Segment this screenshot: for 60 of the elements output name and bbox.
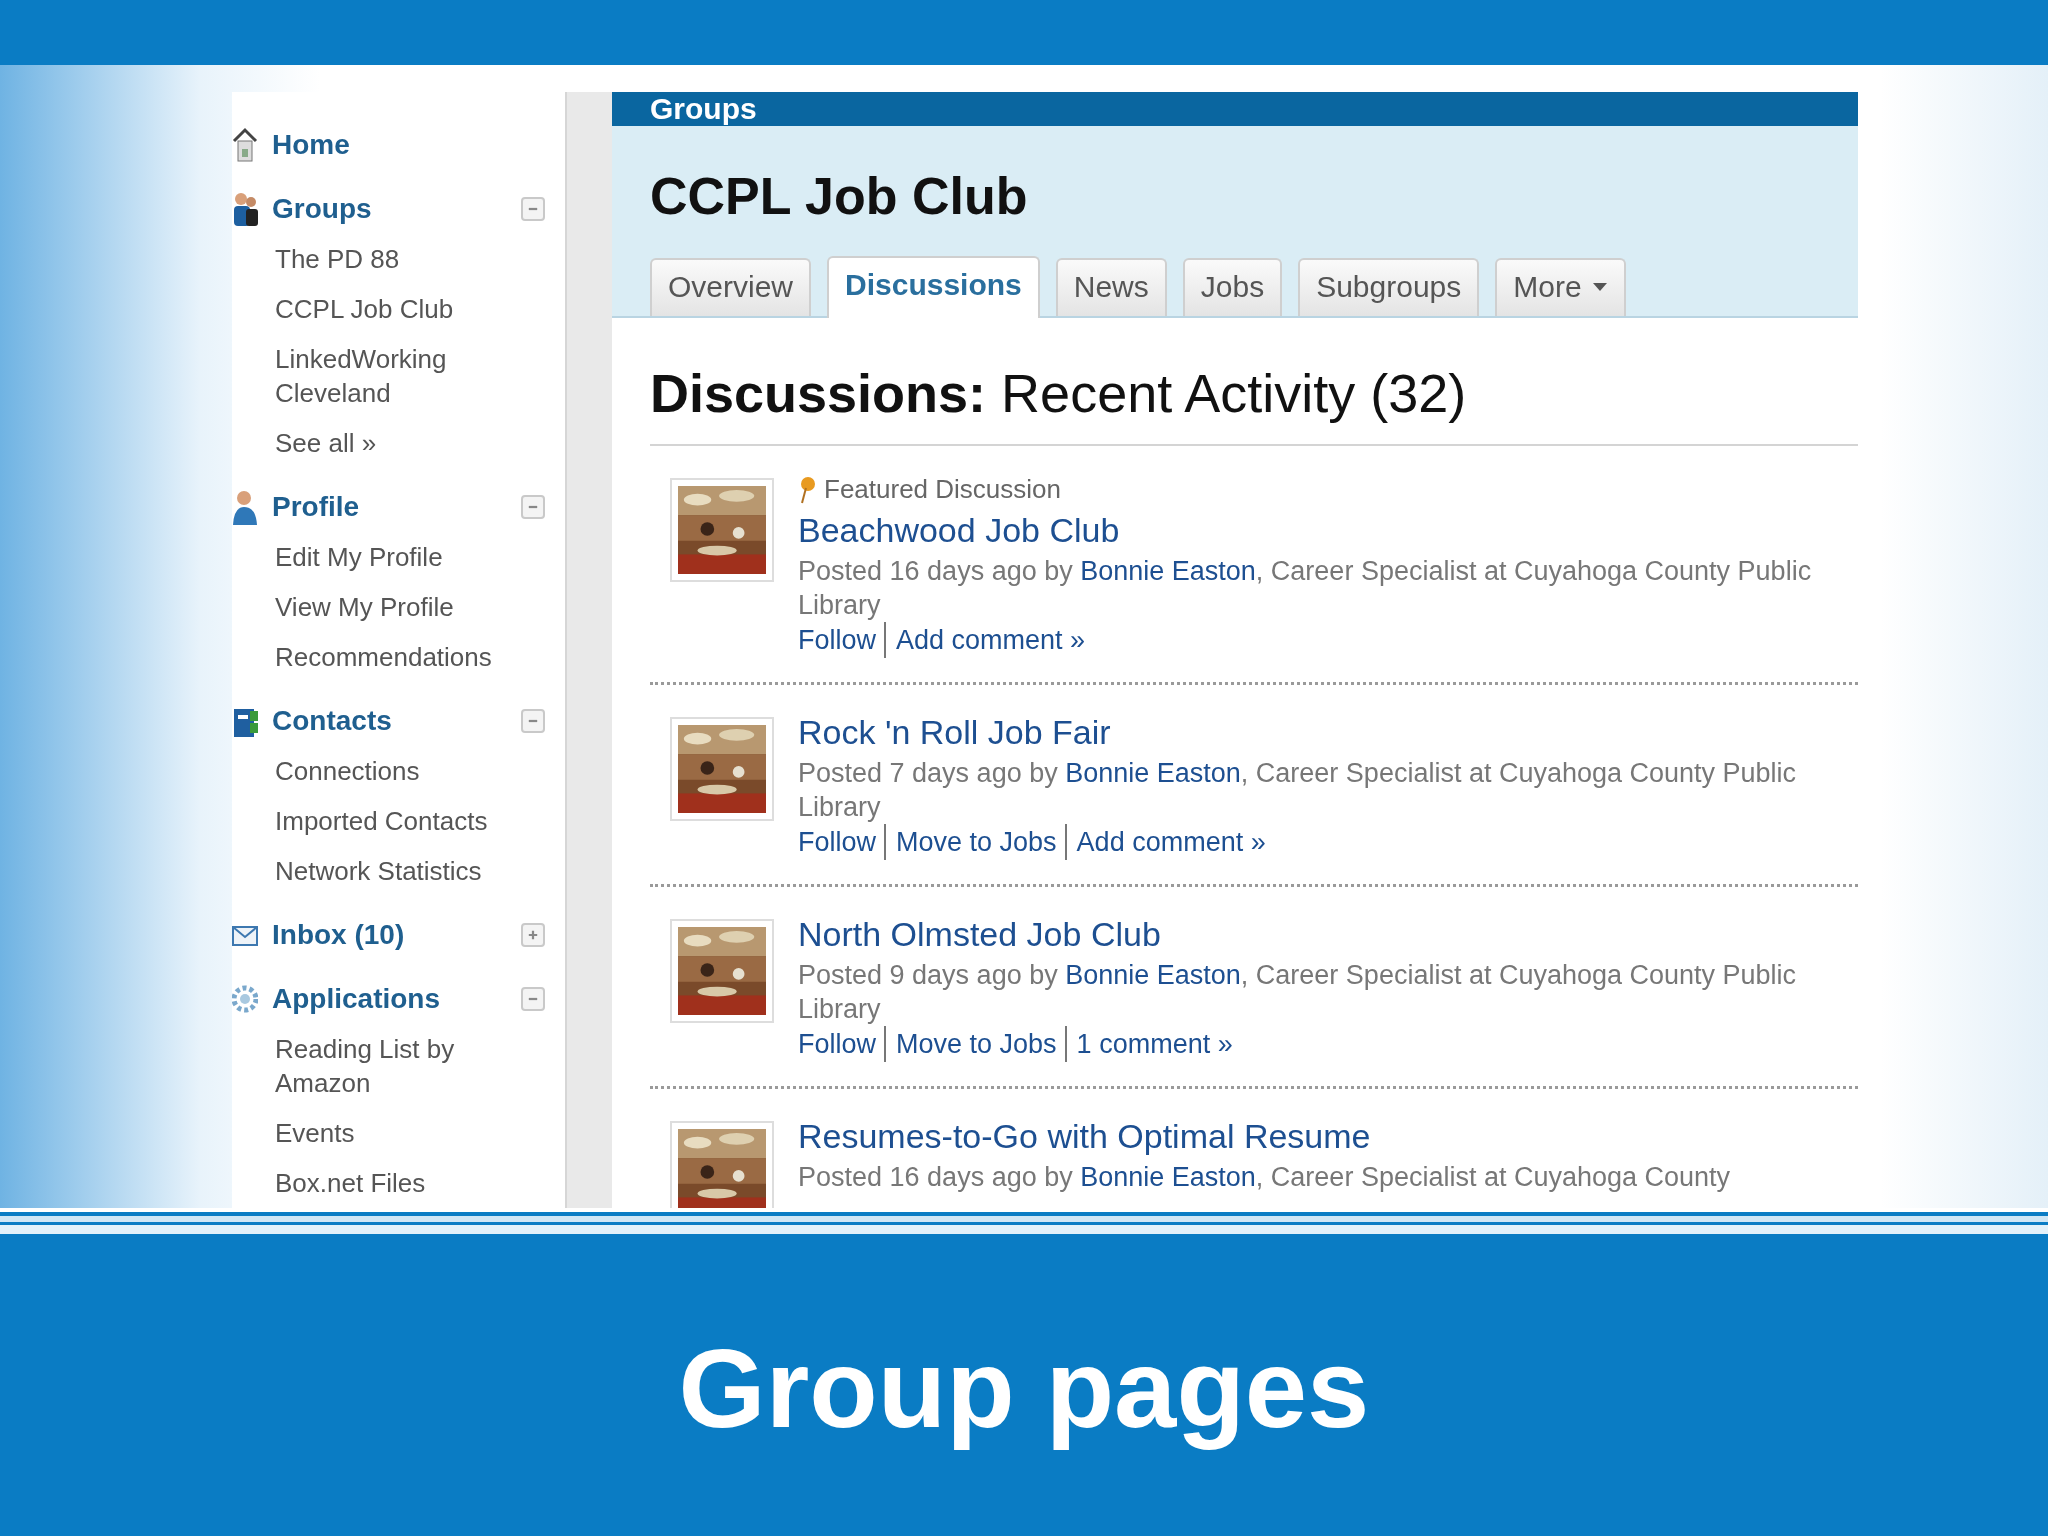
section-heading: Discussions: Recent Activity (32): [650, 362, 1858, 446]
discussion-title[interactable]: Resumes-to-Go with Optimal Resume: [798, 1117, 1371, 1156]
sidebar-item[interactable]: Home: [272, 129, 565, 161]
sidebar-item[interactable]: Profile: [272, 491, 521, 523]
author-link[interactable]: Bonnie Easton: [1080, 556, 1256, 586]
tab[interactable]: More: [1495, 258, 1626, 316]
posted-info: Posted 9 days ago by Bonnie Easton, Career Specialist at Cuyahoga County Public Library: [798, 959, 1798, 1026]
sidebar-link[interactable]: Box.net Files: [232, 1158, 565, 1208]
sidebar-link[interactable]: LinkedWorking Cleveland: [232, 334, 565, 418]
collapse-button[interactable]: [521, 495, 545, 519]
action-link[interactable]: Add comment »: [1064, 824, 1266, 860]
sidebar-link[interactable]: Reading List by Amazon: [232, 1024, 565, 1108]
tab[interactable]: News: [1055, 258, 1167, 316]
sidebar-item[interactable]: Contacts: [272, 705, 521, 737]
action-link[interactable]: Follow: [798, 622, 877, 658]
group-title: CCPL Job Club: [650, 166, 1029, 226]
sidebar-link[interactable]: Imported Contacts: [232, 796, 565, 846]
collapse-button[interactable]: [521, 197, 545, 221]
header-title: Groups: [650, 92, 757, 126]
sidebar-link[interactable]: View My Profile: [232, 582, 565, 632]
sidebar-link[interactable]: See all »: [232, 418, 565, 468]
sidebar-link[interactable]: Connections: [232, 746, 565, 796]
people-icon: [232, 191, 258, 227]
collapse-button[interactable]: [521, 709, 545, 733]
expand-button[interactable]: [521, 923, 545, 947]
action-link[interactable]: Move to Jobs: [884, 824, 1057, 860]
author-link[interactable]: Bonnie Easton: [1065, 758, 1241, 788]
sidebar-link[interactable]: The PD 88: [232, 234, 565, 284]
sidebar-item[interactable]: Applications: [272, 983, 521, 1015]
action-link[interactable]: Add comment »: [884, 622, 1086, 658]
action-link[interactable]: 1 comment »: [1064, 1026, 1233, 1062]
sidebar-link[interactable]: Events: [232, 1108, 565, 1158]
sidebar-link[interactable]: CCPL Job Club: [232, 284, 565, 334]
house-icon: [232, 127, 258, 163]
slide-title: Group pages: [678, 1324, 1370, 1453]
collapse-button[interactable]: [521, 987, 545, 1011]
action-link[interactable]: Move to Jobs: [884, 1026, 1057, 1062]
sidebar-link[interactable]: Recommendations: [232, 632, 565, 682]
sidebar-item[interactable]: Inbox (10): [272, 919, 521, 951]
featured-label: Featured Discussion: [824, 474, 1061, 505]
posted-info: Posted 7 days ago by Bonnie Easton, Career Specialist at Cuyahoga County Public Library: [798, 757, 1798, 824]
author-link[interactable]: Bonnie Easton: [1065, 960, 1241, 990]
posted-info: Posted 16 days ago by Bonnie Easton, Career Specialist at Cuyahoga County: [798, 1161, 1732, 1194]
author-link[interactable]: Bonnie Easton: [1080, 1162, 1256, 1192]
tab[interactable]: Jobs: [1182, 258, 1283, 316]
posted-info: Posted 16 days ago by Bonnie Easton, Career Specialist at Cuyahoga County Public Library: [798, 555, 1813, 622]
tab[interactable]: Discussions: [827, 256, 1040, 318]
tab[interactable]: Subgroups: [1298, 258, 1480, 316]
action-link[interactable]: Follow: [798, 824, 877, 860]
sidebar-item[interactable]: Groups: [272, 193, 521, 225]
discussion-title[interactable]: North Olmsted Job Club: [798, 915, 1161, 954]
tab[interactable]: Overview: [650, 258, 812, 316]
person-icon: [232, 489, 258, 525]
plus-icon: [526, 928, 540, 942]
pin-icon: [798, 475, 816, 504]
sidebar-link[interactable]: Network Statistics: [232, 846, 565, 896]
discussion-title[interactable]: Rock 'n Roll Job Fair: [798, 713, 1111, 752]
action-link[interactable]: Follow: [798, 1026, 877, 1062]
sidebar-link[interactable]: Edit My Profile: [232, 532, 565, 582]
discussion-title[interactable]: Beachwood Job Club: [798, 511, 1120, 550]
